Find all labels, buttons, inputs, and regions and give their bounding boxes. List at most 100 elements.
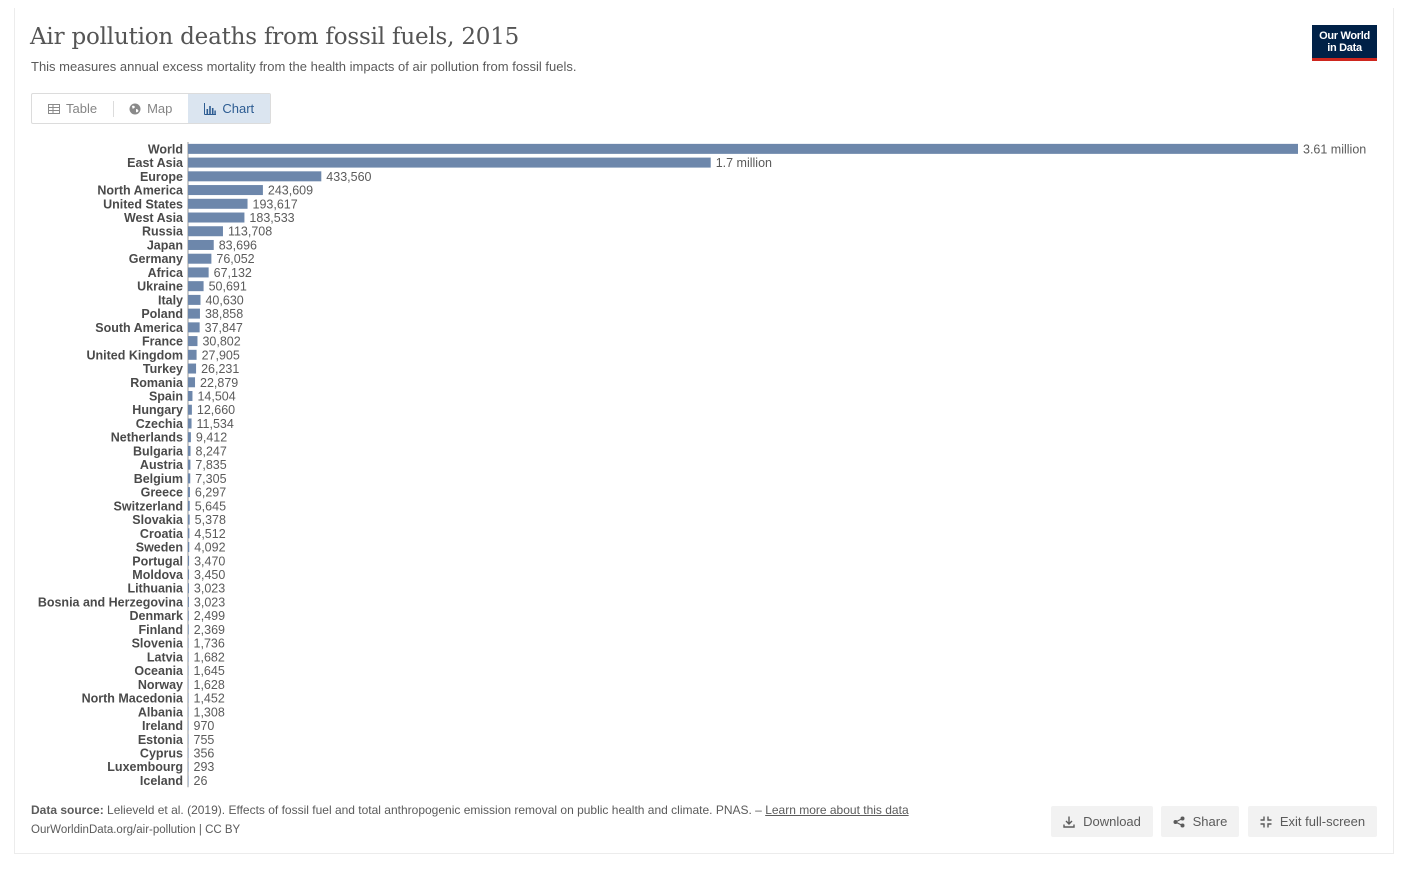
bar[interactable] [188,706,189,717]
bar[interactable] [188,487,190,498]
bar[interactable] [188,349,197,360]
exit-fullscreen-icon [1260,816,1272,827]
bar[interactable] [188,459,191,470]
category-label: Spain [149,390,183,404]
download-icon [1063,816,1075,828]
value-label: 8,247 [196,444,227,458]
bar[interactable] [188,404,192,415]
value-label: 4,092 [194,541,225,555]
share-icon [1173,816,1185,827]
category-label: Poland [141,307,183,321]
bar[interactable] [188,171,322,182]
value-label: 83,696 [219,238,257,252]
value-label: 26,231 [201,362,239,376]
value-label: 3.61 million [1303,142,1366,156]
bar[interactable] [188,281,204,292]
bar[interactable] [188,665,189,676]
value-label: 4,512 [194,527,225,541]
value-label: 5,645 [195,499,226,513]
category-label: United States [103,197,183,211]
category-label: Greece [141,486,183,500]
category-label: Japan [147,238,183,252]
bar[interactable] [188,596,189,607]
value-label: 193,617 [253,197,298,211]
url-license[interactable]: OurWorldinData.org/air-pollution | CC BY [31,824,240,836]
download-button[interactable]: Download [1051,806,1153,837]
bar[interactable] [188,775,189,786]
bar[interactable] [188,363,197,374]
bar[interactable] [188,185,263,196]
bar[interactable] [188,569,190,580]
bar[interactable] [188,651,189,662]
learn-more-link[interactable]: Learn more about this data [765,803,908,817]
value-label: 1,308 [194,705,225,719]
value-label: 1,452 [194,692,225,706]
value-label: 50,691 [209,280,247,294]
bar[interactable] [188,143,1298,154]
value-label: 38,858 [205,307,243,321]
category-label: Finland [139,623,183,637]
bar[interactable] [188,747,189,758]
bar[interactable] [188,555,190,566]
value-label: 12,660 [197,403,235,417]
bar[interactable] [188,693,189,704]
exit-fullscreen-button[interactable]: Exit full-screen [1248,806,1377,837]
value-label: 1,645 [194,664,225,678]
value-label: 27,905 [202,348,240,362]
bar[interactable] [188,445,191,456]
bar[interactable] [188,679,189,690]
bar[interactable] [188,157,711,168]
share-label: Share [1192,814,1228,829]
bar[interactable] [188,294,201,305]
bar[interactable] [188,322,200,333]
category-label: Luxembourg [107,760,183,774]
category-label: Romania [130,376,184,390]
bar[interactable] [188,198,248,209]
category-label: Bulgaria [133,444,184,458]
bar[interactable] [188,500,190,511]
bar[interactable] [188,542,190,553]
data-source: Data source: Lelieveld et al. (2019). Ef… [31,803,909,817]
data-source-label: Data source: [31,803,104,817]
bar[interactable] [188,514,190,525]
value-label: 356 [194,746,215,760]
bar[interactable] [188,761,189,772]
category-label: Hungary [132,403,183,417]
category-label: East Asia [127,156,184,170]
bar[interactable] [188,377,196,388]
bar[interactable] [188,528,190,539]
value-label: 433,560 [326,170,371,184]
value-label: 6,297 [195,486,226,500]
bar[interactable] [188,267,209,278]
bar[interactable] [188,253,212,264]
bar[interactable] [188,226,223,237]
data-source-text: Lelieveld et al. (2019). Effects of foss… [103,803,766,817]
bar[interactable] [188,308,200,319]
bar[interactable] [188,583,189,594]
value-label: 243,609 [268,184,313,198]
bar[interactable] [188,720,189,731]
value-label: 40,630 [205,293,243,307]
value-label: 3,023 [194,582,225,596]
bar[interactable] [188,391,193,402]
bar[interactable] [188,239,214,250]
category-label: Africa [148,266,184,280]
value-label: 293 [194,760,215,774]
bar[interactable] [188,336,198,347]
bar[interactable] [188,212,245,223]
category-label: Europe [140,170,183,184]
value-label: 3,470 [194,554,225,568]
bar[interactable] [188,473,191,484]
category-label: Slovakia [132,513,184,527]
share-button[interactable]: Share [1161,806,1239,837]
value-label: 14,504 [197,390,235,404]
bar[interactable] [188,734,189,745]
bar[interactable] [188,638,189,649]
category-label: Latvia [147,650,184,664]
bar[interactable] [188,624,189,635]
bar[interactable] [188,610,189,621]
value-label: 183,533 [249,211,294,225]
bar[interactable] [188,432,191,443]
bar[interactable] [188,418,192,429]
value-label: 2,369 [194,623,225,637]
